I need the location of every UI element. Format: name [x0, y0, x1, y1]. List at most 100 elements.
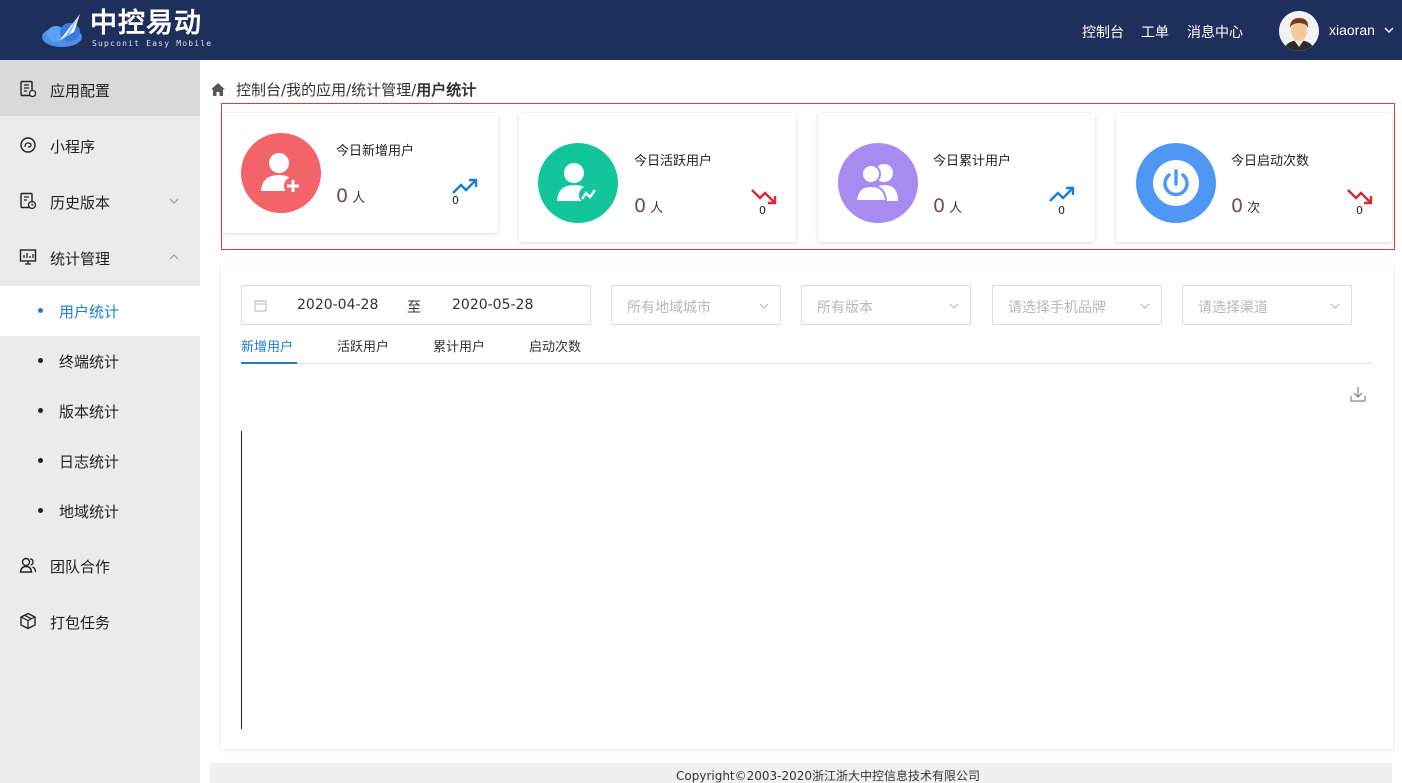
tab-active-indicator [241, 362, 297, 364]
app-config-icon [20, 80, 37, 98]
calendar-icon [254, 300, 267, 312]
sidebar-item-label: 团队合作 [50, 558, 111, 576]
stat-card-active-users: 今日活跃用户 0人 0 [519, 113, 796, 242]
sidebar-subitem-user-stats[interactable]: 用户统计 [0, 286, 200, 336]
sidebar-subitem-label: 用户统计 [59, 303, 120, 321]
sidebar: 应用配置 小程序 历史版本 统计管理 用户统计 终端统计 版本统计 日志统计 地… [0, 60, 200, 783]
avatar[interactable] [1279, 11, 1319, 51]
sidebar-item-history[interactable]: 历史版本 [0, 172, 200, 228]
breadcrumb-stats[interactable]: 统计管理 [351, 81, 411, 99]
avatar-image [1279, 11, 1319, 51]
sidebar-item-app-config[interactable]: 应用配置 [0, 60, 200, 116]
breadcrumb-current: 用户统计 [416, 81, 477, 99]
nav-messages[interactable]: 消息中心 [1187, 22, 1243, 42]
trend-down-icon [1347, 189, 1373, 205]
trend-up-icon [1049, 186, 1075, 202]
bullet-icon [38, 508, 43, 513]
date-range-picker[interactable]: 2020-04-28 至 2020-05-28 [241, 285, 591, 325]
select-placeholder: 请选择渠道 [1198, 300, 1268, 316]
chevron-down-icon [1140, 303, 1150, 309]
tabs-divider [241, 363, 1373, 364]
chevron-down-icon [759, 303, 769, 309]
stat-title: 今日新增用户 [336, 144, 415, 159]
date-end[interactable]: 2020-05-28 [452, 297, 533, 313]
chevron-down-icon[interactable] [1383, 24, 1395, 36]
bullet-icon [38, 358, 43, 363]
stat-card-launch-count: 今日启动次数 0次 0 [1116, 113, 1392, 242]
chart-icon [19, 249, 37, 265]
sidebar-item-statistics[interactable]: 统计管理 [0, 228, 200, 284]
stat-value: 0人 [933, 195, 963, 217]
stats-highlight-box: 今日新增用户 0人 0 今日活跃用户 0人 0 今日累计用户 0 人 0 今日启… [221, 103, 1395, 250]
tab-total-users[interactable]: 累计用户 [433, 336, 485, 355]
sidebar-subitem-version-stats[interactable]: 版本统计 [0, 386, 200, 436]
bullet-icon [38, 408, 43, 413]
sidebar-item-mini-program[interactable]: 小程序 [0, 116, 200, 172]
version-select[interactable]: 所有版本 [801, 285, 971, 325]
sidebar-item-label: 小程序 [50, 138, 96, 156]
trend-value: 0 [1058, 204, 1065, 217]
sidebar-item-label: 应用配置 [50, 82, 111, 100]
bullet-icon [38, 308, 43, 313]
logo-subtitle: Supconit Easy Mobile [92, 39, 213, 48]
power-icon [1136, 143, 1216, 223]
date-separator: 至 [407, 300, 421, 316]
chart-y-axis [241, 431, 242, 729]
sidebar-subitem-label: 版本统计 [59, 403, 120, 421]
username[interactable]: xiaoran [1329, 22, 1375, 38]
sidebar-subitem-region-stats[interactable]: 地域统计 [0, 486, 200, 536]
active-user-icon [538, 143, 618, 223]
trend-down-icon [751, 189, 777, 205]
stat-card-total-users: 今日累计用户 0人 0 [818, 113, 1095, 242]
sidebar-subitem-label: 终端统计 [59, 353, 120, 371]
select-placeholder: 所有地域城市 [627, 300, 711, 316]
chevron-down-icon [1330, 303, 1340, 309]
copyright-text: Copyright©2003-2020浙江浙大中控信息技术有限公司 [676, 769, 981, 783]
sidebar-subitem-label: 日志统计 [59, 453, 120, 471]
sidebar-subitem-log-stats[interactable]: 日志统计 [0, 436, 200, 486]
channel-select[interactable]: 请选择渠道 [1182, 285, 1352, 325]
package-icon [20, 612, 36, 630]
main-content: 控制台/我的应用/统计管理/用户统计 今日新增用户 0人 0 今日活跃用户 0 … [200, 60, 1402, 783]
trend-value: 0 [759, 204, 766, 217]
team-icon [19, 557, 37, 573]
trend-value: 0 [1356, 204, 1363, 217]
top-header: 中控易动 Supconit Easy Mobile 控制台 工单 消息中心 xi… [0, 0, 1402, 60]
nav-console[interactable]: 控制台 [1082, 22, 1124, 42]
sidebar-item-label: 统计管理 [50, 250, 111, 268]
bullet-icon [38, 458, 43, 463]
tab-new-users[interactable]: 新增用户 [241, 336, 293, 355]
stat-value: 0人 [634, 195, 664, 217]
stat-card-new-users: 今日新增用户 0人 0 [222, 113, 498, 233]
mini-program-icon [20, 137, 36, 153]
add-user-icon [241, 133, 321, 213]
sidebar-subitem-label: 地域统计 [59, 503, 120, 521]
trend-value: 0 [452, 194, 459, 207]
breadcrumb-console[interactable]: 控制台 [236, 81, 281, 99]
logo[interactable]: 中控易动 Supconit Easy Mobile [40, 6, 230, 52]
tab-launch-count[interactable]: 启动次数 [529, 336, 581, 355]
phone-brand-select[interactable]: 请选择手机品牌 [992, 285, 1162, 325]
region-select[interactable]: 所有地域城市 [611, 285, 781, 325]
home-icon[interactable] [210, 82, 226, 97]
chevron-down-icon [169, 198, 179, 204]
stat-value: 0次 [1231, 195, 1261, 217]
stat-value: 0人 [336, 185, 366, 207]
sidebar-subitem-terminal-stats[interactable]: 终端统计 [0, 336, 200, 386]
select-placeholder: 所有版本 [817, 300, 873, 316]
nav-ticket[interactable]: 工单 [1141, 22, 1169, 42]
tab-active-users[interactable]: 活跃用户 [337, 336, 389, 355]
logo-icon [42, 14, 82, 47]
sidebar-item-team[interactable]: 团队合作 [0, 536, 200, 592]
sidebar-item-label: 历史版本 [50, 194, 111, 212]
users-group-icon [838, 143, 918, 223]
sidebar-item-label: 打包任务 [50, 614, 111, 632]
chevron-down-icon [949, 303, 959, 309]
sidebar-item-package[interactable]: 打包任务 [0, 592, 200, 648]
date-start[interactable]: 2020-04-28 [297, 297, 378, 313]
download-icon[interactable] [1349, 385, 1367, 403]
breadcrumb-my-apps[interactable]: 我的应用 [286, 81, 346, 99]
history-icon [20, 192, 37, 210]
stat-title: 今日启动次数 [1231, 154, 1310, 169]
logo-title: 中控易动 [90, 8, 202, 39]
